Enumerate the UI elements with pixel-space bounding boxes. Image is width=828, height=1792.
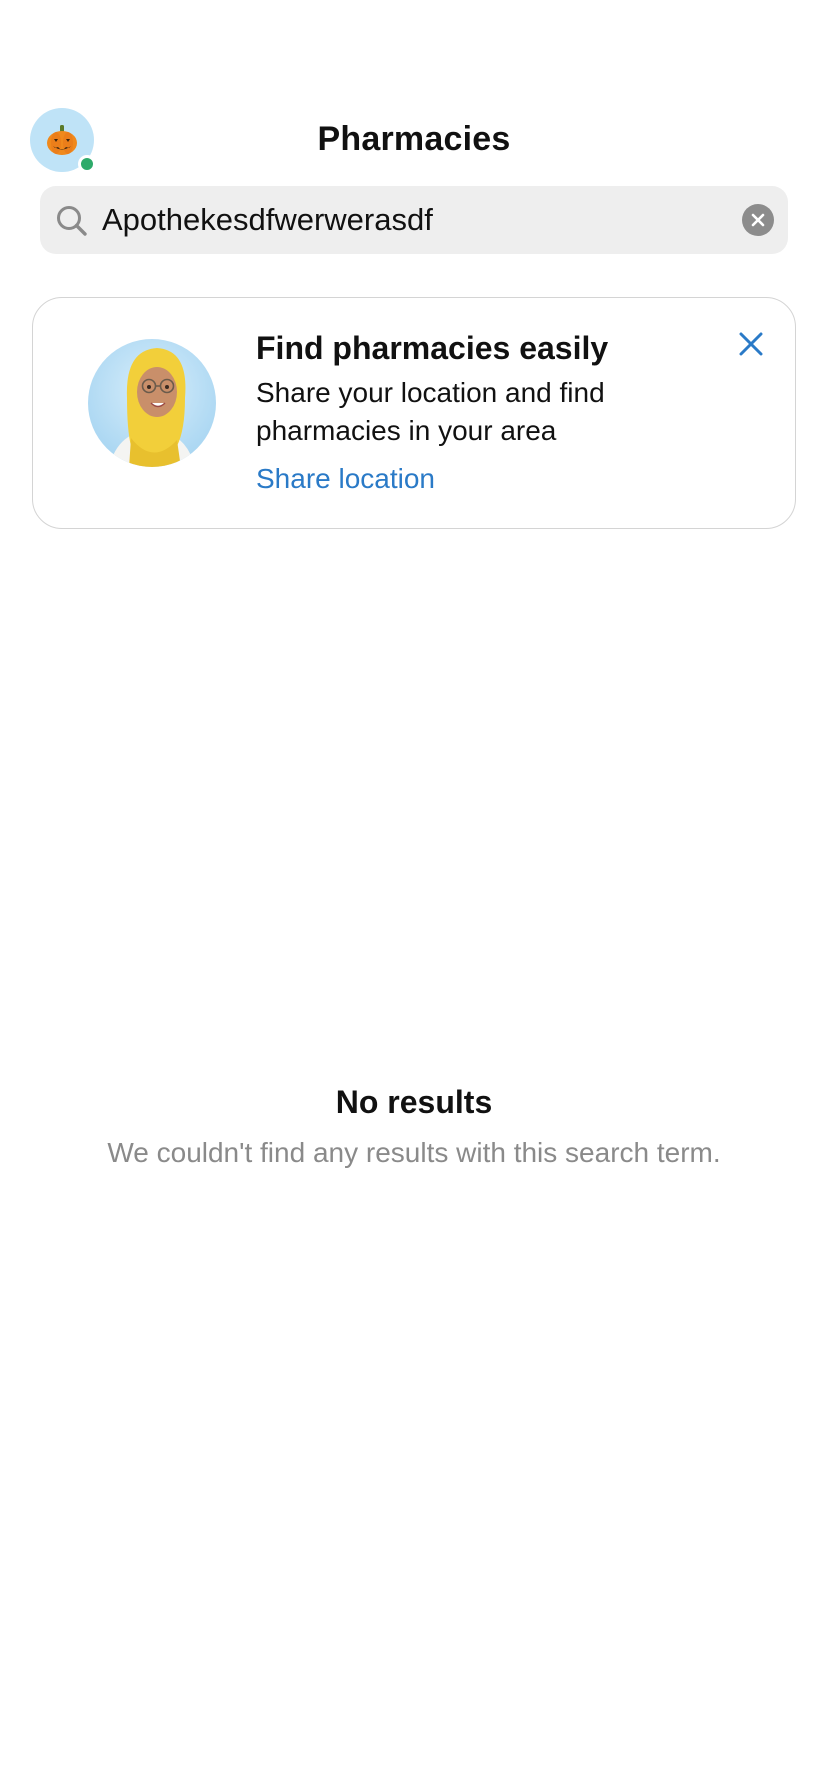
page-title: Pharmacies — [317, 120, 511, 158]
share-location-link[interactable]: Share location — [256, 460, 435, 498]
promo-text: Find pharmacies easily Share your locati… — [256, 328, 696, 498]
search-bar — [40, 186, 788, 254]
header: Pharmacies — [0, 100, 828, 180]
clear-icon — [751, 213, 765, 227]
pharmacies-screen: Pharmacies Apothekesdfwerwerasdf Find ph… — [0, 0, 828, 1792]
promo-title: Find pharmacies easily — [256, 330, 609, 366]
clear-search-button[interactable] — [742, 204, 774, 236]
empty-state-message: We couldn't find any results with this s… — [107, 1137, 721, 1168]
location-promo-card: Find pharmacies easily Share your locati… — [32, 297, 796, 529]
dismiss-promo-button[interactable] — [733, 326, 769, 362]
search-icon — [57, 206, 87, 236]
pharmacist-avatar-illustration — [88, 339, 216, 467]
empty-state: No results We couldn't find any results … — [0, 1080, 828, 1172]
promo-description: Share your location and find pharmacies … — [256, 377, 605, 446]
search-input[interactable] — [102, 186, 702, 254]
empty-state-title: No results — [335, 1084, 493, 1120]
close-icon — [739, 332, 763, 356]
